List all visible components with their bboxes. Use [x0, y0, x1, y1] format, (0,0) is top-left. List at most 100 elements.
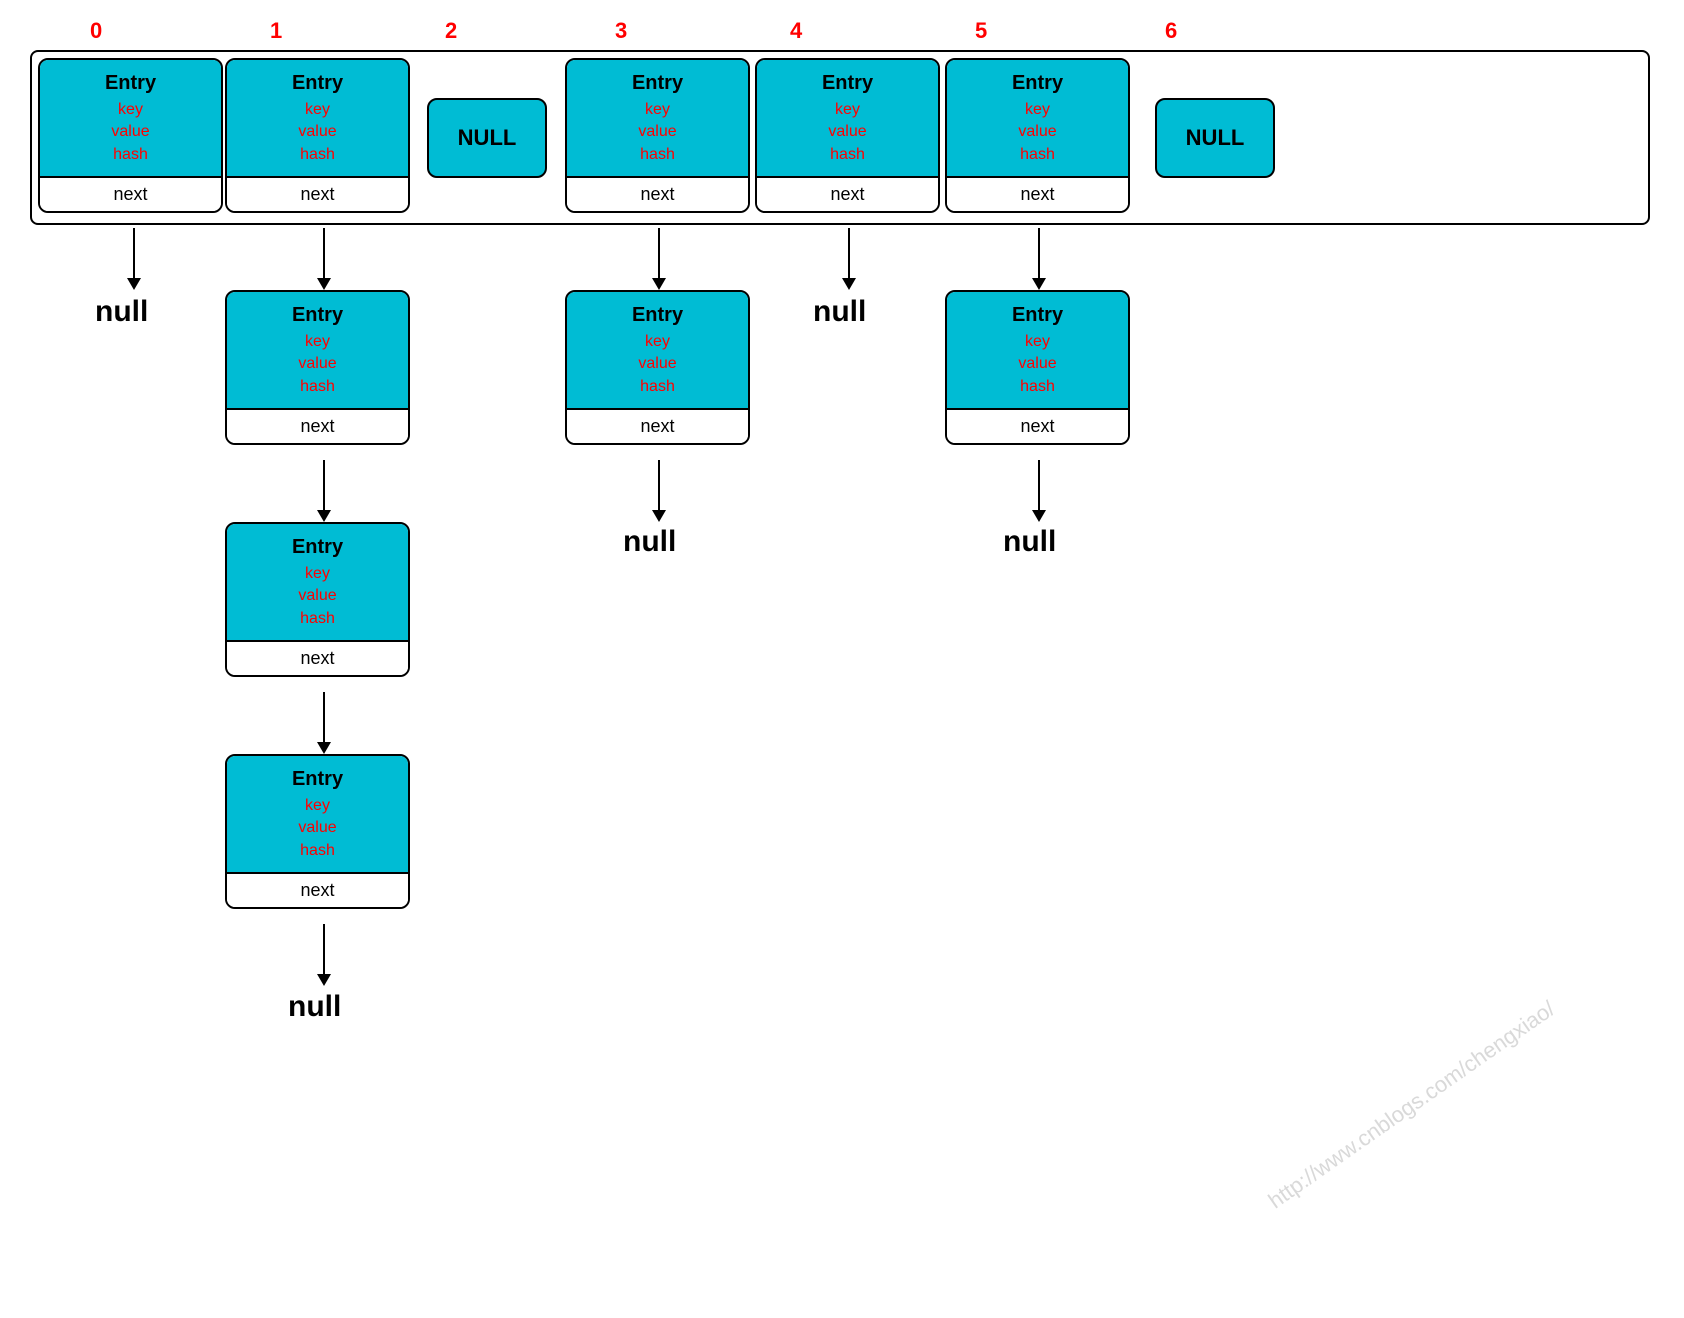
entry-3-key: key: [575, 99, 740, 121]
entry-3c1-hash: hash: [575, 376, 740, 398]
arrow-0-line: [133, 228, 135, 278]
entry-3c1-value: value: [575, 353, 740, 375]
entry-1c3-top: Entry key value hash: [227, 756, 408, 872]
entry-5-key: key: [955, 99, 1120, 121]
watermark: http://www.cnblogs.com/chengxiao/: [1264, 996, 1560, 1214]
arrow-5-line: [1038, 228, 1040, 278]
entry-1c3-title: Entry: [235, 768, 400, 791]
entry-1c1-next: next: [227, 408, 408, 443]
null-text-4: null: [813, 295, 866, 329]
index-6: 6: [1165, 18, 1177, 44]
entry-3c1-key: key: [575, 331, 740, 353]
entry-5c1-title: Entry: [955, 304, 1120, 327]
arrow-0-down: [127, 228, 141, 290]
entry-1c3-key: key: [235, 795, 400, 817]
arrow-3c1-line: [658, 460, 660, 510]
entry-1c2-next: next: [227, 640, 408, 675]
entry-1c1-hash: hash: [235, 376, 400, 398]
entry-3-top: Entry key value hash: [567, 60, 748, 176]
arrow-1-down: [317, 228, 331, 290]
entry-4-next: next: [757, 176, 938, 211]
entry-1-hash: hash: [235, 144, 400, 166]
entry-1c1-top: Entry key value hash: [227, 292, 408, 408]
arrow-5c1-line: [1038, 460, 1040, 510]
arrow-3-head: [652, 278, 666, 290]
arrow-3-down: [652, 228, 666, 290]
null-2-label: NULL: [458, 125, 517, 151]
entry-1c2-value: value: [235, 585, 400, 607]
arrow-1-line: [323, 228, 325, 278]
entry-3-value: value: [575, 121, 740, 143]
entry-1c3-hash: hash: [235, 840, 400, 862]
arrow-1c2-down: [317, 692, 331, 754]
diagram: 0 1 2 3 4 5 6 Entry key value hash next …: [0, 0, 1684, 1318]
entry-1-chain2: Entry key value hash next: [225, 522, 410, 677]
entry-4-title: Entry: [765, 72, 930, 95]
entry-5c1-next: next: [947, 408, 1128, 443]
entry-0-hash: hash: [48, 144, 213, 166]
entry-0-next: next: [40, 176, 221, 211]
entry-1c1-key: key: [235, 331, 400, 353]
arrow-1c1-line: [323, 460, 325, 510]
arrow-1c1-down: [317, 460, 331, 522]
entry-0-key: key: [48, 99, 213, 121]
null-6-label: NULL: [1186, 125, 1245, 151]
arrow-1-head: [317, 278, 331, 290]
entry-3-hash: hash: [575, 144, 740, 166]
arrow-4-line: [848, 228, 850, 278]
entry-0: Entry key value hash next: [38, 58, 223, 213]
entry-4-top: Entry key value hash: [757, 60, 938, 176]
entry-1-next: next: [227, 176, 408, 211]
entry-4-hash: hash: [765, 144, 930, 166]
null-2: NULL: [427, 98, 547, 178]
entry-3c1-top: Entry key value hash: [567, 292, 748, 408]
entry-3c1-next: next: [567, 408, 748, 443]
arrow-5-down: [1032, 228, 1046, 290]
null-text-3: null: [623, 525, 676, 559]
entry-0-title: Entry: [48, 72, 213, 95]
entry-1c1-title: Entry: [235, 304, 400, 327]
entry-1-chain3: Entry key value hash next: [225, 754, 410, 909]
entry-5-value: value: [955, 121, 1120, 143]
arrow-5-head: [1032, 278, 1046, 290]
entry-4-value: value: [765, 121, 930, 143]
arrow-1c2-line: [323, 692, 325, 742]
entry-0-value: value: [48, 121, 213, 143]
null-text-0: null: [95, 295, 148, 329]
entry-1c2-hash: hash: [235, 608, 400, 630]
arrow-1c3-line: [323, 924, 325, 974]
entry-1c2-key: key: [235, 563, 400, 585]
entry-0-top: Entry key value hash: [40, 60, 221, 176]
null-text-5: null: [1003, 525, 1056, 559]
entry-1c1-value: value: [235, 353, 400, 375]
entry-5c1-hash: hash: [955, 376, 1120, 398]
null-6: NULL: [1155, 98, 1275, 178]
entry-3-next: next: [567, 176, 748, 211]
index-2: 2: [445, 18, 457, 44]
index-1: 1: [270, 18, 282, 44]
entry-5-title: Entry: [955, 72, 1120, 95]
entry-3-chain1: Entry key value hash next: [565, 290, 750, 445]
arrow-0-head: [127, 278, 141, 290]
entry-1-value: value: [235, 121, 400, 143]
entry-4-key: key: [765, 99, 930, 121]
entry-5: Entry key value hash next: [945, 58, 1130, 213]
arrow-4-head: [842, 278, 856, 290]
entry-1c2-top: Entry key value hash: [227, 524, 408, 640]
entry-1-chain1: Entry key value hash next: [225, 290, 410, 445]
entry-5c1-key: key: [955, 331, 1120, 353]
arrow-1c2-head: [317, 742, 331, 754]
arrow-4-down: [842, 228, 856, 290]
entry-3c1-title: Entry: [575, 304, 740, 327]
index-4: 4: [790, 18, 802, 44]
arrow-5c1-down: [1032, 460, 1046, 522]
null-text-1c3: null: [288, 990, 341, 1024]
arrow-5c1-head: [1032, 510, 1046, 522]
arrow-1c3-head: [317, 974, 331, 986]
arrow-3c1-head: [652, 510, 666, 522]
entry-1: Entry key value hash next: [225, 58, 410, 213]
entry-1-top: Entry key value hash: [227, 60, 408, 176]
entry-3: Entry key value hash next: [565, 58, 750, 213]
arrow-3c1-down: [652, 460, 666, 522]
arrow-1c1-head: [317, 510, 331, 522]
